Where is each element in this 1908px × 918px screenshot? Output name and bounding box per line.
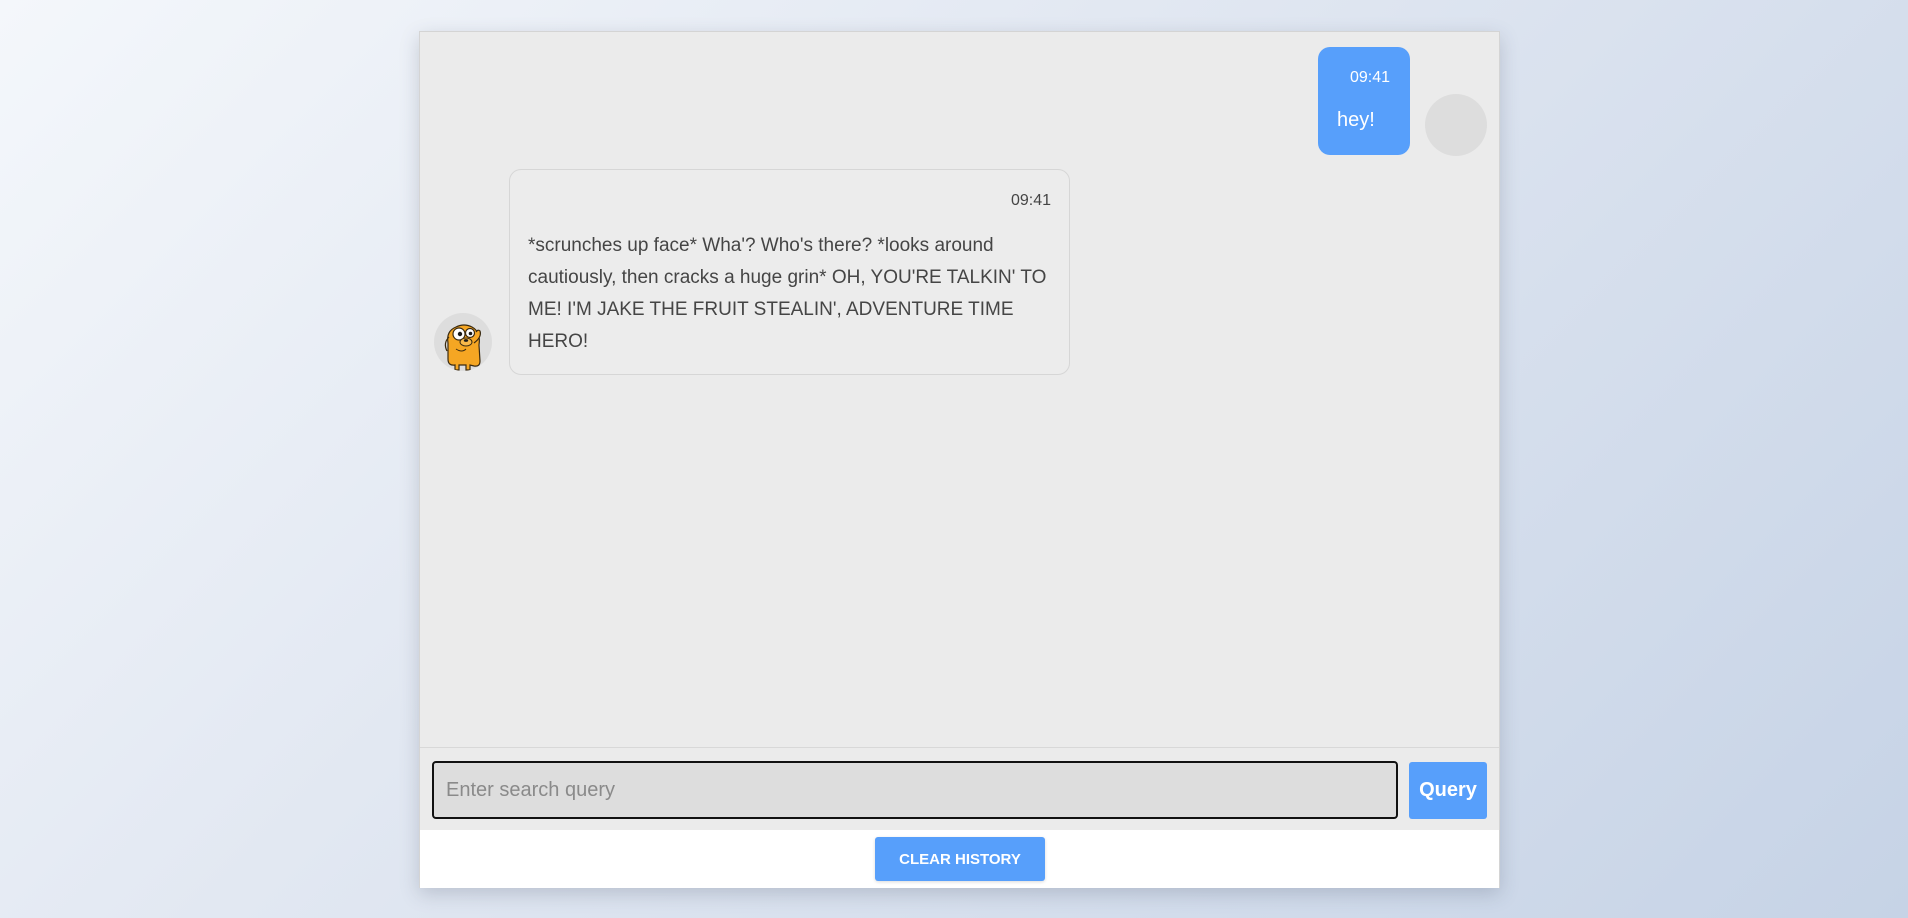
chat-window: 09:41 hey! 09:41 *scrunches up face* Wha… — [419, 31, 1500, 888]
message-text: hey! — [1337, 109, 1375, 131]
footer-bar: CLEAR HISTORY — [420, 830, 1499, 888]
message-text: *scrunches up face* Wha'? Who's there? *… — [528, 235, 1047, 352]
search-input[interactable] — [432, 761, 1398, 819]
query-button[interactable]: Query — [1409, 762, 1487, 819]
bot-avatar — [434, 313, 492, 371]
user-avatar — [1425, 94, 1487, 156]
bot-message-bubble: 09:41 *scrunches up face* Wha'? Who's th… — [509, 169, 1070, 375]
user-message-bubble: 09:41 hey! — [1318, 47, 1410, 155]
message-list[interactable]: 09:41 hey! 09:41 *scrunches up face* Wha… — [420, 32, 1499, 747]
message-timestamp: 09:41 — [1349, 69, 1390, 86]
jake-dog-avatar-icon — [444, 324, 481, 371]
input-area: Query — [420, 747, 1499, 830]
clear-history-button[interactable]: CLEAR HISTORY — [875, 837, 1045, 881]
message-timestamp: 09:41 — [1010, 192, 1051, 209]
